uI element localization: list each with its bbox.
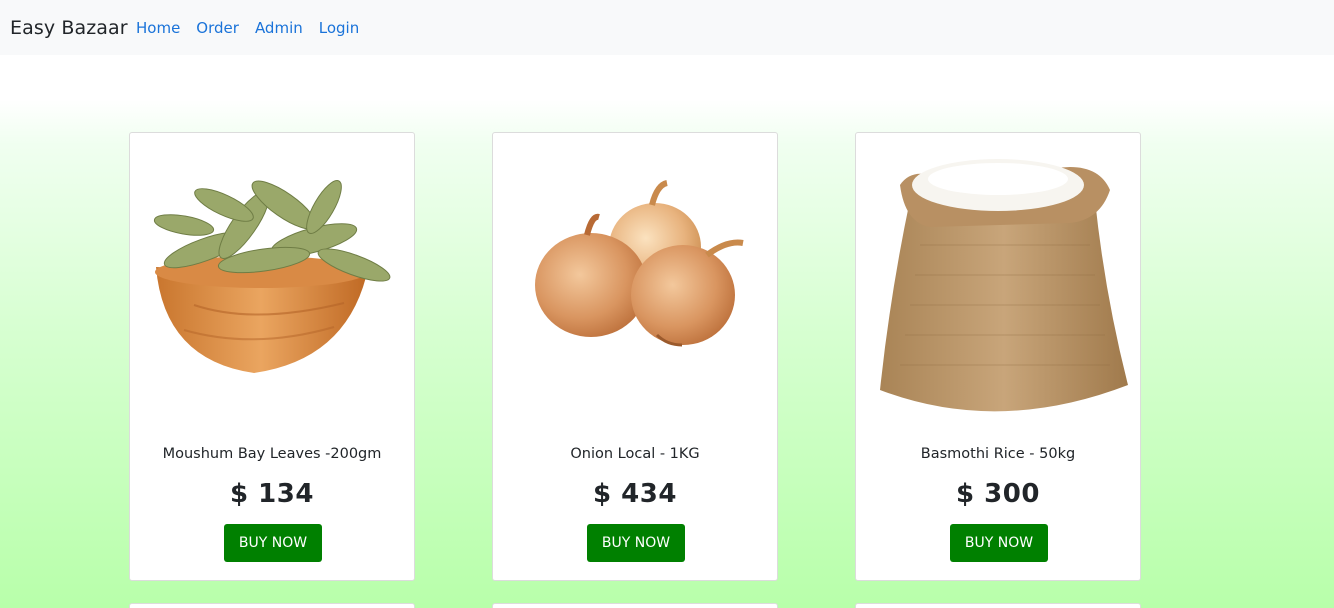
product-card [129,603,415,608]
product-price: $ 434 [593,479,677,509]
nav-link-admin[interactable]: Admin [255,18,303,38]
nav-links: Home Order Admin Login [136,18,375,38]
buy-now-button[interactable]: BUY NOW [224,524,322,562]
product-image-rice-sack [880,159,1128,412]
navbar: Easy Bazaar Home Order Admin Login [0,0,1334,55]
product-card: Moushum Bay Leaves -200gm $ 134 BUY NOW [129,132,415,581]
product-title: Moushum Bay Leaves -200gm [162,446,382,462]
product-grid: Moushum Bay Leaves -200gm $ 134 BUY NOW [0,55,1334,608]
product-title: Onion Local - 1KG [570,446,700,462]
product-card [855,603,1141,608]
buy-now-button[interactable]: BUY NOW [950,524,1048,562]
product-image-onions [535,180,744,347]
product-card: Onion Local - 1KG $ 434 BUY NOW [492,132,778,581]
brand-logo[interactable]: Easy Bazaar [10,16,128,40]
nav-link-login[interactable]: Login [319,18,359,38]
product-card [492,603,778,608]
product-card: Basmothi Rice - 50kg $ 300 BUY NOW [855,132,1141,581]
nav-link-home[interactable]: Home [136,18,180,38]
product-price: $ 300 [956,479,1040,509]
product-price: $ 134 [230,479,314,509]
nav-link-order[interactable]: Order [196,18,239,38]
product-title: Basmothi Rice - 50kg [920,446,1076,462]
buy-now-button[interactable]: BUY NOW [587,524,685,562]
product-image-bay-leaves [153,180,391,373]
